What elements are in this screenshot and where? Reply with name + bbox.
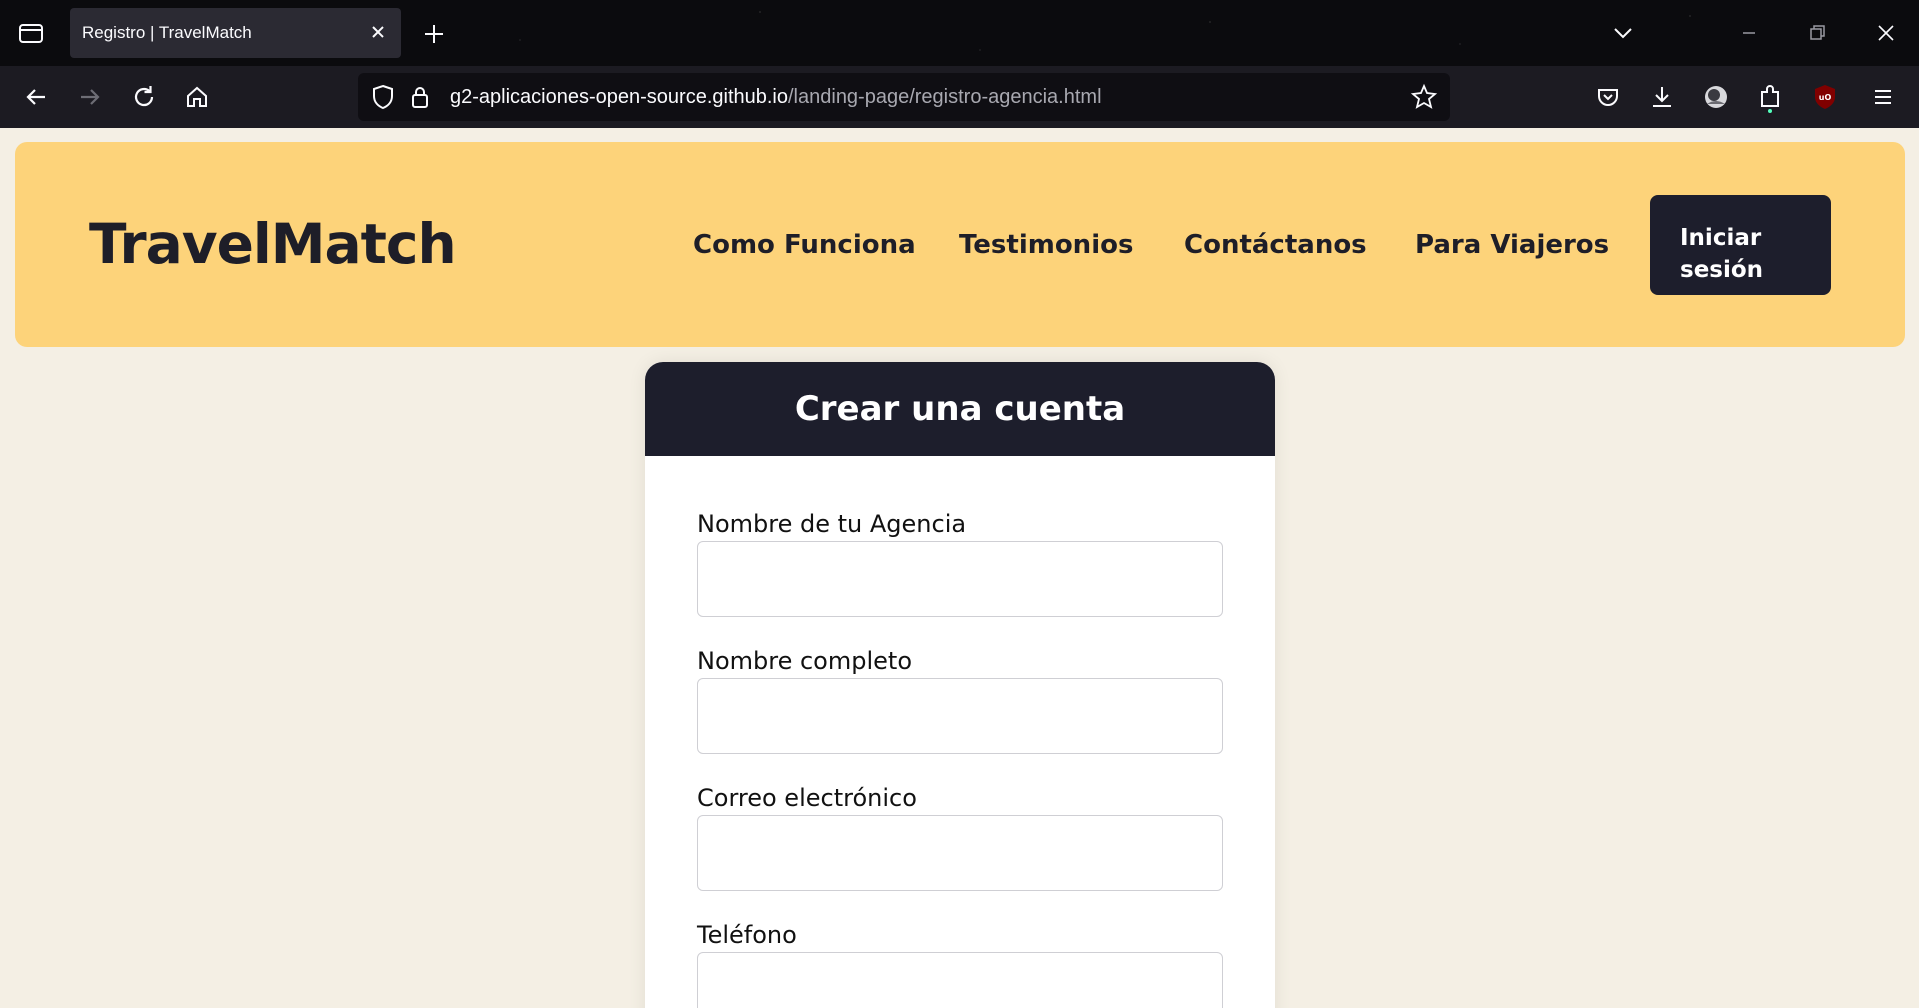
shield-icon[interactable] bbox=[370, 83, 396, 111]
email-label: Correo electrónico bbox=[697, 784, 917, 812]
nav-link-testimonios[interactable]: Testimonios bbox=[959, 230, 1133, 260]
login-button[interactable]: Iniciar sesión bbox=[1650, 195, 1831, 295]
url-host: g2-aplicaciones-open-source.github.io bbox=[450, 86, 788, 108]
full-name-input[interactable] bbox=[697, 678, 1223, 754]
restore-icon[interactable] bbox=[1802, 18, 1832, 48]
menu-icon[interactable] bbox=[1866, 80, 1900, 114]
lock-icon[interactable] bbox=[408, 83, 432, 111]
site-header: TravelMatch Como Funciona Testimonios Co… bbox=[15, 142, 1905, 347]
phone-label: Teléfono bbox=[697, 921, 797, 949]
tab-list-icon[interactable] bbox=[14, 18, 48, 48]
phone-input[interactable] bbox=[697, 952, 1223, 1008]
agency-name-input[interactable] bbox=[697, 541, 1223, 617]
forward-arrow-icon[interactable] bbox=[73, 80, 107, 114]
agency-name-label: Nombre de tu Agencia bbox=[697, 510, 967, 538]
tab-title: Registro | TravelMatch bbox=[82, 23, 252, 42]
login-label-line1: Iniciar bbox=[1680, 225, 1762, 251]
new-tab-icon[interactable] bbox=[418, 18, 450, 50]
reload-icon[interactable] bbox=[127, 80, 161, 114]
brand-logo[interactable]: TravelMatch bbox=[89, 212, 457, 276]
close-tab-icon[interactable] bbox=[365, 19, 391, 45]
account-avatar-icon[interactable] bbox=[1699, 80, 1733, 114]
form-title: Crear una cuenta bbox=[645, 362, 1275, 456]
bookmark-star-icon[interactable] bbox=[1410, 83, 1438, 111]
nav-link-para-viajeros[interactable]: Para Viajeros bbox=[1415, 230, 1609, 260]
nav-link-contactanos[interactable]: Contáctanos bbox=[1184, 230, 1367, 260]
address-bar[interactable]: g2-aplicaciones-open-source.github.io/la… bbox=[358, 73, 1450, 121]
email-input[interactable] bbox=[697, 815, 1223, 891]
minimize-icon[interactable] bbox=[1734, 18, 1764, 48]
extensions-icon[interactable] bbox=[1753, 80, 1787, 114]
full-name-label: Nombre completo bbox=[697, 647, 913, 675]
list-all-tabs-icon[interactable] bbox=[1608, 18, 1638, 48]
home-icon[interactable] bbox=[180, 80, 214, 114]
url-text[interactable]: g2-aplicaciones-open-source.github.io/la… bbox=[450, 86, 1102, 109]
browser-toolbar: g2-aplicaciones-open-source.github.io/la… bbox=[0, 66, 1919, 128]
svg-text:uO: uO bbox=[1819, 93, 1832, 102]
browser-tab-active[interactable]: Registro | TravelMatch bbox=[70, 8, 401, 58]
browser-tab-bar: Registro | TravelMatch bbox=[0, 0, 1919, 66]
close-window-icon[interactable] bbox=[1871, 18, 1901, 48]
ublock-icon[interactable]: uO bbox=[1808, 80, 1842, 114]
nav-link-como-funciona[interactable]: Como Funciona bbox=[693, 230, 916, 260]
login-label-line2: sesión bbox=[1680, 257, 1764, 283]
back-arrow-icon[interactable] bbox=[19, 80, 53, 114]
registration-form-card: Crear una cuenta Nombre de tu Agencia No… bbox=[645, 362, 1275, 1008]
url-path: /landing-page/registro-agencia.html bbox=[788, 86, 1102, 108]
download-icon[interactable] bbox=[1645, 80, 1679, 114]
pocket-icon[interactable] bbox=[1591, 80, 1625, 114]
